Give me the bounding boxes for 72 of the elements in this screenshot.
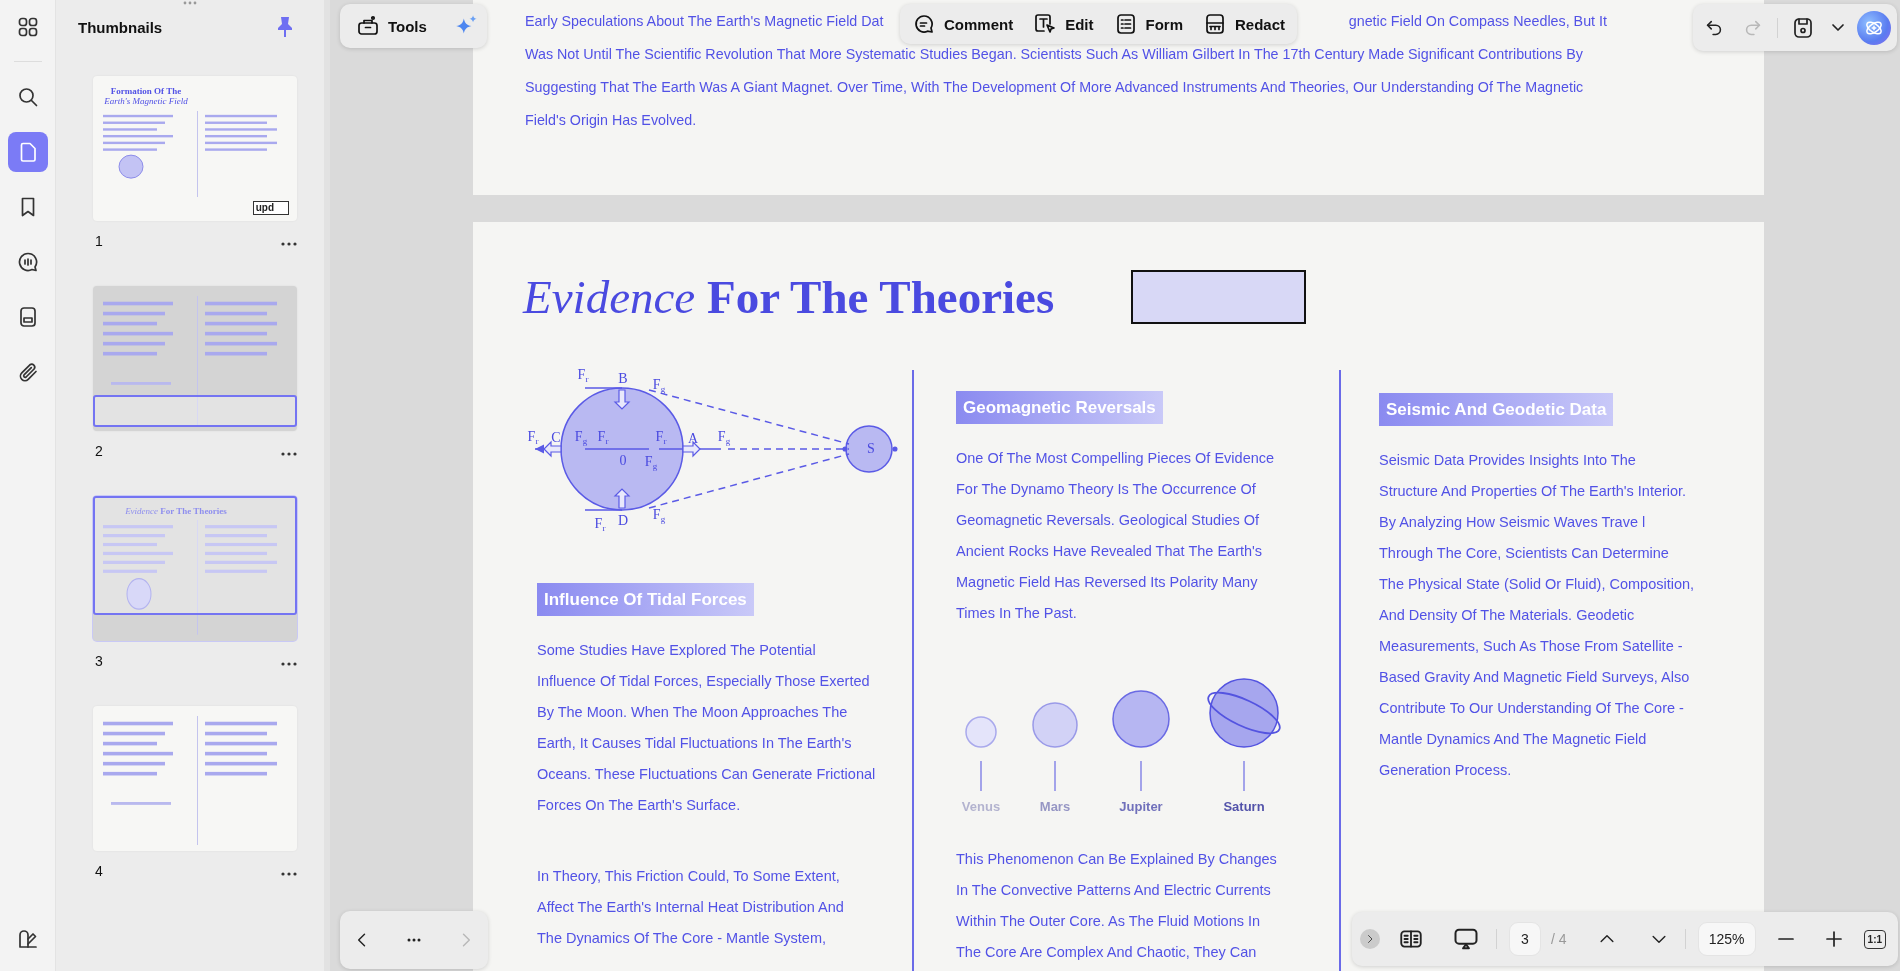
diagram-label: S — [867, 442, 875, 456]
page-total: / 4 — [1551, 931, 1567, 947]
text-line: Suggesting That The Earth Was A Giant Magnet. Over Time, With The Development Of More Advanced Instruments And Theories, Our Understanding Of The Magnetic — [525, 78, 1584, 97]
section-heading: Influence Of Tidal Forces — [537, 583, 754, 616]
diagram-label: A — [687, 432, 699, 446]
paragraph: In Theory, This Friction Could, To Some Extent, Affect The Earth's Internal Heat Distribution And The Dynamics Of The Core - Mantle System, — [537, 867, 844, 948]
actual-size-button[interactable]: 1:1 — [1863, 929, 1887, 949]
diagram-label: F$_{r}$ — [577, 367, 589, 385]
paragraph: One Of The Most Compelling Pieces Of Evidence For The Dynamo Theory Is The Occurrence Of Geomagnetic Reversals. Geological Studies Of Ancient Rocks Have Revealed That The Earth's Magnetic Field Has Reversed Its Polarity Many Times In The Past. — [956, 449, 1275, 623]
diagram-label: F$_{r}$ — [655, 429, 667, 447]
zoom-field[interactable]: 125% — [1697, 922, 1756, 956]
page-number: 2 — [94, 443, 103, 459]
page-number: 4 — [94, 863, 103, 879]
planet-label: Jupiter — [1119, 799, 1163, 814]
diagram-label: F$_{g}$ — [652, 377, 666, 395]
minus-icon — [1777, 938, 1794, 940]
diagram-label: F$_{g}$ — [717, 429, 731, 447]
paragraph: Seismic Data Provides Insights Into The Structure And Properties Of The Earth's Interior. By Analyzing How Seismic Waves Trave l Through The Core, Scientists Can Determine The Physical State (Solid Or Fluid), Composition, And Density Of The Materials. Geodetic Measurements, Such As Those From Satellite - Based Gravity And Magnetic Field Surveys, Also Contribute To Our Understanding Of The Core - Mantle Dynamics And The Magnetic Field Generation Process. — [1379, 451, 1695, 780]
text-line: gnetic Field On Compass Needles, But It — [1348, 12, 1607, 31]
toolbar-button[interactable]: Redact — [1197, 6, 1292, 42]
text-edit-icon — [1033, 12, 1058, 36]
redact-icon — [1203, 12, 1227, 36]
diagram-label: F$_{r}$ — [527, 429, 539, 447]
diagram-label: C — [551, 431, 561, 445]
planet-drawing — [1031, 701, 1079, 749]
diagram-label: F$_{g}$ — [644, 454, 658, 472]
diagram-label: F$_{g}$ — [574, 429, 588, 447]
caret-down-icon — [1832, 24, 1844, 31]
toolbar-button[interactable]: Form — [1107, 6, 1189, 42]
toolbox-icon — [356, 14, 380, 38]
drag-handle-icon — [182, 0, 198, 6]
text-line: Was Not Until The Scientific Revolution That More Systematic Studies Began. Scientists Such As William Gilbert In The 17th Century Made Significant Contributions By — [525, 45, 1583, 64]
page-thumbnail[interactable] — [93, 286, 297, 431]
diagram-label: B — [618, 372, 628, 386]
thumbnail-stamp: upd — [252, 201, 289, 215]
text-line: Early Speculations About The Earth's Magnetic Field Dat — [525, 12, 884, 31]
paragraph: This Phenomenon Can Be Explained By Changes In The Convective Patterns And Electric Currents Within The Outer Core. As The Fluid Motions In The Core Are Complex And Chaotic, They Can — [956, 850, 1277, 962]
page-number: 1 — [94, 233, 103, 249]
planet-label: Saturn — [1223, 799, 1265, 814]
thumbnail-title: Evidence For The Theories — [124, 506, 228, 517]
page-thumbnail[interactable] — [93, 706, 297, 851]
page-number: 3 — [94, 653, 103, 669]
diagram-label: 0 — [619, 454, 627, 468]
toolbar-button[interactable]: Edit — [1027, 6, 1100, 42]
more-icon — [281, 451, 297, 456]
planet-drawing — [964, 715, 998, 749]
planet-label: Mars — [1039, 799, 1071, 814]
diagram-label: F$_{g}$ — [652, 507, 666, 525]
section-heading: Seismic And Geodetic Data — [1379, 393, 1614, 426]
page-thumbnail[interactable]: Formation Of The Earth's Magnetic Field upd — [93, 76, 297, 221]
assistant-button[interactable] — [1857, 10, 1891, 45]
paragraph: Some Studies Have Explored The Potential Influence Of Tidal Forces, Especially Those Exerted By The Moon. When The Moon Approaches The Earth, It Causes Tidal Fluctuations In The Earth's Oceans. These Fluctuations Can Generate Frictional Forces On The Earth's Surface. — [537, 641, 876, 815]
save-icon — [1791, 15, 1815, 40]
page-field[interactable]: 3 — [1509, 922, 1541, 956]
more-icon — [281, 871, 297, 876]
thumbnail-title: Formation Of The Earth's Magnetic Field — [103, 86, 189, 107]
more-icon — [281, 241, 297, 246]
pin-icon — [276, 16, 294, 38]
toolbar-button[interactable]: Comment — [906, 6, 1020, 42]
planet-drawing — [1111, 689, 1171, 749]
panel-title: Thumbnails — [78, 18, 163, 36]
page-title: Evidence For The Theories — [523, 270, 1055, 324]
plus-icon — [1825, 931, 1842, 947]
diagram-label: D — [617, 514, 629, 528]
diagram-label: F$_{r}$ — [597, 429, 609, 447]
planet-label: Venus — [961, 799, 1001, 814]
more-icon — [407, 938, 421, 942]
text-line: Field's Origin Has Evolved. — [525, 111, 697, 130]
section-heading: Geomagnetic Reversals — [956, 391, 1163, 424]
comment-icon — [912, 12, 936, 36]
diagram-label: F$_{r}$ — [594, 516, 606, 534]
more-icon — [281, 661, 297, 666]
